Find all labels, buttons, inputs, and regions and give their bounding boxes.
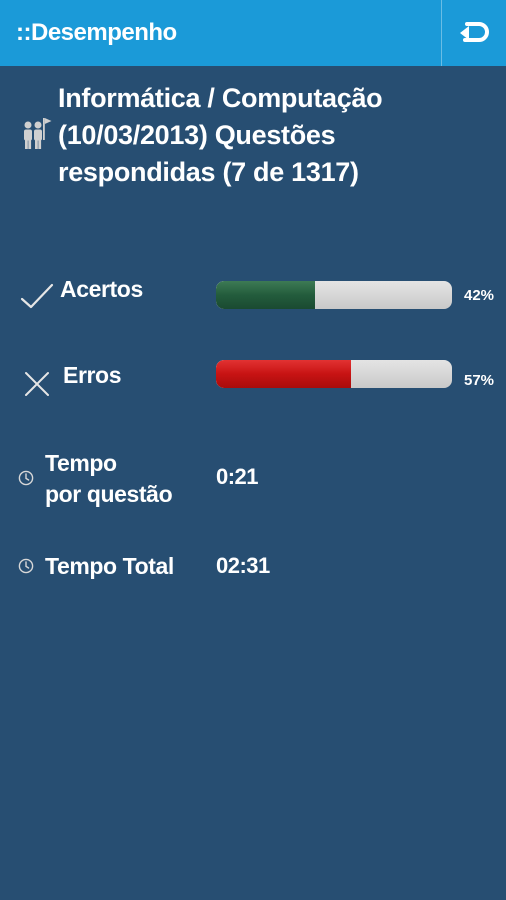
wrong-answers-percent: 57% xyxy=(464,372,495,389)
correct-answers-percent: 42% xyxy=(464,287,495,304)
app-bar: ::Desempenho xyxy=(0,0,506,66)
x-mark-icon xyxy=(25,372,49,396)
correct-answers-label: Acertos xyxy=(60,276,143,302)
clock-icon xyxy=(18,558,34,574)
people-flag-icon xyxy=(24,118,52,149)
time-per-question-label-line2: por questão xyxy=(45,481,173,507)
checkmark-icon xyxy=(20,283,54,309)
total-time-value: 02:31 xyxy=(216,553,270,578)
back-arrow-icon xyxy=(460,22,489,42)
wrong-answers-progress-bar xyxy=(216,360,452,388)
back-button[interactable] xyxy=(442,0,506,66)
correct-answers-progress-bar xyxy=(216,281,452,309)
total-time-label: Tempo Total xyxy=(45,553,174,579)
time-per-question-label-line1: Tempo xyxy=(45,450,117,476)
quiz-summary-title: Informática / Computação (10/03/2013) Qu… xyxy=(58,83,383,187)
screen-title: ::Desempenho xyxy=(16,19,177,46)
time-per-question-value: 0:21 xyxy=(216,464,259,489)
wrong-answers-progress-fill xyxy=(216,360,351,388)
clock-icon xyxy=(18,470,34,486)
wrong-answers-label: Erros xyxy=(63,362,122,388)
correct-answers-progress-fill xyxy=(216,281,316,309)
